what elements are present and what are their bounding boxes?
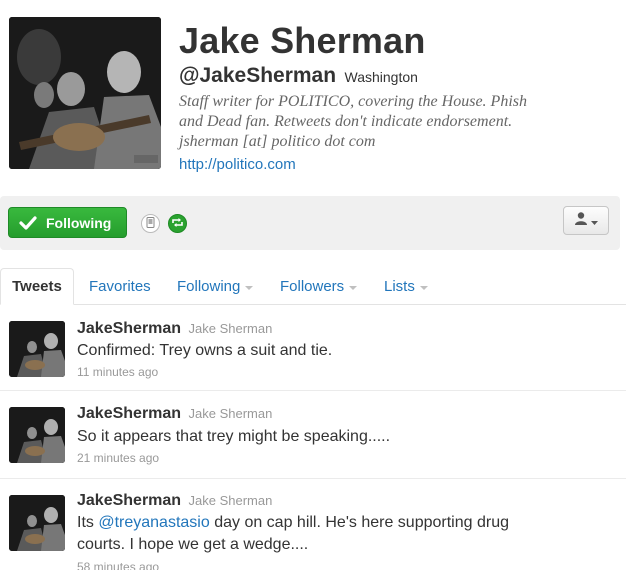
tweet-fullname[interactable]: Jake Sherman <box>189 493 273 508</box>
handle-line: @JakeSherman Washington <box>179 64 418 88</box>
caret-down-icon <box>245 285 254 290</box>
profile-bio: Staff writer for POLITICO, covering the … <box>179 92 609 152</box>
tab-favorites[interactable]: Favorites <box>89 268 151 305</box>
bio-line: Staff writer for POLITICO, covering the … <box>179 93 527 110</box>
tweet-username[interactable]: JakeSherman <box>77 492 181 509</box>
following-button[interactable]: Following <box>8 207 127 238</box>
tweet-timestamp[interactable]: 21 minutes ago <box>77 451 159 465</box>
device-notifications-button[interactable] <box>141 214 160 233</box>
caret-down-icon <box>419 285 428 290</box>
tweet-header: JakeSherman Jake Sherman <box>77 320 272 338</box>
tweet-text-segment: courts. I hope we get a wedge.... <box>77 536 309 553</box>
profile-handle: @JakeSherman <box>179 64 337 87</box>
tweet-timestamp[interactable]: 11 minutes ago <box>77 365 158 379</box>
tweet-avatar[interactable] <box>9 407 65 463</box>
caret-down-icon <box>349 285 358 290</box>
tweet-username[interactable]: JakeSherman <box>77 405 181 422</box>
tweet-avatar[interactable] <box>9 495 65 551</box>
following-button-label: Following <box>46 214 112 231</box>
tab-following[interactable]: Following <box>177 268 254 305</box>
retweet-icon <box>171 215 184 233</box>
tab-tweets[interactable]: Tweets <box>0 268 74 305</box>
tab-label: Following <box>177 278 241 295</box>
tweet-fullname[interactable]: Jake Sherman <box>189 406 273 421</box>
device-icon <box>146 215 155 233</box>
tweet-header: JakeSherman Jake Sherman <box>77 492 272 510</box>
tweet-text: Its @treyanastasio day on cap hill. He's… <box>77 512 597 556</box>
profile-tabs: Tweets Favorites Following Followers Lis… <box>0 268 626 305</box>
tab-label: Favorites <box>89 278 151 295</box>
tweet-item[interactable]: JakeSherman Jake Sherman Its @treyanasta… <box>0 479 626 570</box>
tab-label: Followers <box>280 278 345 295</box>
tweet-avatar[interactable] <box>9 321 65 377</box>
tab-lists[interactable]: Lists <box>384 268 428 305</box>
tab-label: Tweets <box>12 278 62 295</box>
profile-name: Jake Sherman <box>179 20 426 61</box>
caret-down-icon <box>591 212 598 230</box>
profile-url[interactable]: http://politico.com <box>179 156 296 173</box>
tweet-timestamp[interactable]: 58 minutes ago <box>77 560 159 570</box>
tweet-text-segment: Its <box>77 514 99 531</box>
user-icon <box>574 211 588 230</box>
profile-action-bar: Following <box>0 196 620 250</box>
tweet-header: JakeSherman Jake Sherman <box>77 405 272 423</box>
tweet-text-segment: day on cap hill. He's here supporting dr… <box>209 514 509 531</box>
retweets-toggle-button[interactable] <box>168 214 187 233</box>
tweet-item[interactable]: JakeSherman Jake Sherman So it appears t… <box>0 391 626 479</box>
bio-line: jsherman [at] politico dot com <box>179 133 376 150</box>
tweet-text: Confirmed: Trey owns a suit and tie. <box>77 342 333 359</box>
bio-line: and Dead fan. Retweets don't indicate en… <box>179 113 513 130</box>
checkmark-icon <box>19 215 37 230</box>
tweet-text: So it appears that trey might be speakin… <box>77 428 391 445</box>
profile-location: Washington <box>344 69 418 85</box>
tweet-item[interactable]: JakeSherman Jake Sherman Confirmed: Trey… <box>0 305 626 391</box>
tweet-username[interactable]: JakeSherman <box>77 320 181 337</box>
user-actions-menu-button[interactable] <box>563 206 609 235</box>
tab-followers[interactable]: Followers <box>280 268 358 305</box>
profile-photo[interactable] <box>9 17 161 169</box>
tweet-fullname[interactable]: Jake Sherman <box>189 321 273 336</box>
tweet-mention-link[interactable]: @treyanastasio <box>98 514 209 531</box>
tab-label: Lists <box>384 278 415 295</box>
